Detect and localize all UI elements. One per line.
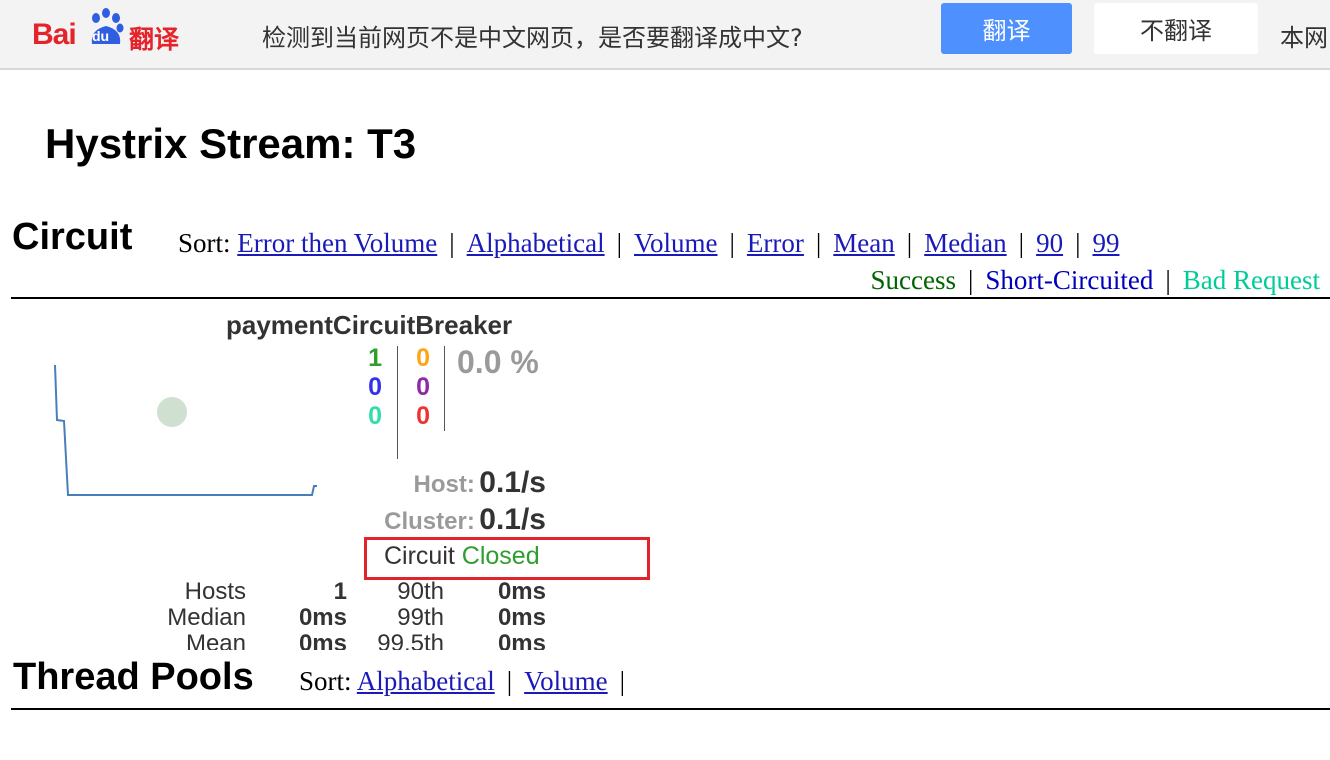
short-circuited-count: 0 xyxy=(368,373,382,401)
circuit-name: paymentCircuitBreaker xyxy=(226,310,513,340)
highlight-box xyxy=(364,537,650,580)
logo-bai-text: Bai xyxy=(32,18,77,51)
host-rate-row: Host: 0.1/s xyxy=(413,466,546,500)
legend-bad-request: Bad Request xyxy=(1182,265,1320,295)
bad-request-count: 0 xyxy=(368,402,382,430)
circuit-sort-bar: Sort: Error then Volume | Alphabetical | Vol… xyxy=(178,228,1120,258)
p90-label: 90th xyxy=(397,578,444,605)
legend-short-circuited: Short-Circuited xyxy=(985,265,1154,295)
never-translate-site-button[interactable]: 本网 xyxy=(1280,18,1328,53)
sort-error-link[interactable]: Error xyxy=(747,228,804,258)
sort-label: Sort: xyxy=(178,228,231,258)
host-rate-value: 0.1/s xyxy=(479,466,546,499)
circuit-legend: Success | Short-Circuited | Bad Request xyxy=(870,265,1320,295)
translate-bar: Bai du 翻译 检测到当前网页不是中文网页，是否要翻译成中文? 翻译 不翻译… xyxy=(0,0,1330,70)
counts-divider-2 xyxy=(444,346,445,431)
sort-median-link[interactable]: Median xyxy=(924,228,1006,258)
hosts-value: 1 xyxy=(333,578,347,605)
thread-pools-sort-alphabetical-link[interactable]: Alphabetical xyxy=(357,666,495,696)
p995-value: 0ms xyxy=(497,630,546,650)
mean-value: 0ms xyxy=(298,630,347,650)
thread-pools-section-title: Thread Pools xyxy=(13,656,254,698)
sort-99-link[interactable]: 99 xyxy=(1092,228,1119,258)
median-label: Median xyxy=(167,604,246,631)
failure-count: 0 xyxy=(416,402,430,430)
baidu-translate-logo: Bai du 翻译 xyxy=(32,6,182,56)
legend-success: Success xyxy=(870,265,956,295)
thread-pools-divider xyxy=(11,708,1330,710)
sort-90-link[interactable]: 90 xyxy=(1036,228,1063,258)
timeout-count: 0 xyxy=(416,344,430,372)
p995-label: 99.5th xyxy=(377,630,444,650)
sort-error-then-volume-link[interactable]: Error then Volume xyxy=(237,228,437,258)
thread-pools-sort-label: Sort: xyxy=(299,666,352,696)
p90-value: 0ms xyxy=(497,578,546,605)
p99-label: 99th xyxy=(397,604,444,631)
circuit-health-circle xyxy=(157,397,187,427)
thread-pools-sort-volume-link[interactable]: Volume xyxy=(524,666,608,696)
error-percentage: 0.0 % xyxy=(457,344,539,380)
circuit-divider xyxy=(11,297,1330,299)
translate-button[interactable]: 翻译 xyxy=(941,3,1072,54)
hosts-label: Hosts xyxy=(184,578,246,605)
logo-suffix-text: 翻译 xyxy=(129,25,180,54)
page-title: Hystrix Stream: T3 xyxy=(45,120,417,167)
counts-divider-1 xyxy=(397,346,398,459)
translate-prompt-message: 检测到当前网页不是中文网页，是否要翻译成中文? xyxy=(262,24,803,52)
circuit-sparkline xyxy=(54,364,317,496)
median-value: 0ms xyxy=(298,604,347,631)
mean-label: Mean xyxy=(185,630,246,650)
request-rate-line xyxy=(54,364,317,496)
host-rate-label: Host: xyxy=(413,471,475,498)
no-translate-button[interactable]: 不翻译 xyxy=(1094,3,1258,54)
sort-volume-link[interactable]: Volume xyxy=(634,228,718,258)
cluster-rate-row: Cluster: 0.1/s xyxy=(384,503,546,537)
logo-du-text: du xyxy=(92,28,110,44)
sort-mean-link[interactable]: Mean xyxy=(833,228,894,258)
p99-value: 0ms xyxy=(497,604,546,631)
circuit-section-title: Circuit xyxy=(12,216,133,258)
latency-stats: Hosts 1 90th 0ms Median 0ms 99th 0ms Mea… xyxy=(150,578,550,650)
sort-alphabetical-link[interactable]: Alphabetical xyxy=(467,228,605,258)
cluster-rate-label: Cluster: xyxy=(384,508,475,535)
success-count: 1 xyxy=(368,344,382,372)
rejected-count: 0 xyxy=(416,373,430,401)
cluster-rate-value: 0.1/s xyxy=(479,503,546,536)
thread-pools-sort-bar: Sort: Alphabetical | Volume | xyxy=(299,666,626,696)
